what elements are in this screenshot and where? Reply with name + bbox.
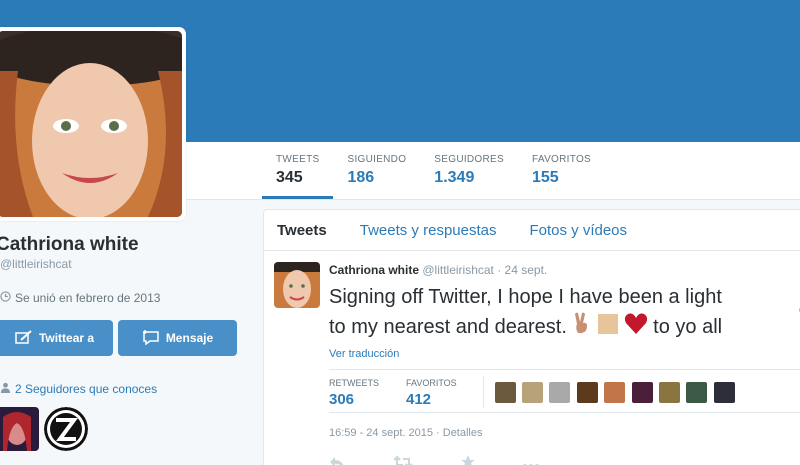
reply-icon[interactable]	[329, 455, 345, 465]
translate-link[interactable]: Ver traducción	[329, 348, 399, 360]
favoriter-avatar[interactable]	[686, 382, 707, 403]
message-label: Mensaje	[165, 331, 214, 345]
stat-favorites[interactable]: FAVORITOS 155	[518, 142, 605, 199]
stat-label: TWEETS	[276, 154, 320, 165]
tweet-text: Signing off Twitter, I hope I have been …	[329, 282, 799, 343]
favoriter-avatar[interactable]	[714, 382, 735, 403]
square-emoji-icon	[598, 313, 619, 343]
user-icon	[0, 382, 11, 396]
tweet-timeline: Tweets Tweets y respuestas Fotos y vídeo…	[263, 209, 800, 465]
stat-following[interactable]: SIGUIENDO 186	[333, 142, 420, 199]
message-icon	[142, 329, 160, 348]
tweet-text-line2-end: to yo all	[653, 316, 723, 338]
joined-text: Se unió en febrero de 2013	[15, 291, 161, 305]
clock-icon	[0, 291, 11, 305]
profile-stats: TWEETS 345 SIGUIENDO 186 SEGUIDORES 1.34…	[262, 142, 605, 199]
favorites-count: 412	[406, 391, 432, 408]
follower-avatar[interactable]	[0, 407, 39, 451]
tweet-author-name[interactable]: Cathriona white	[329, 263, 419, 277]
tab-tweets[interactable]: Tweets	[277, 222, 327, 239]
followers-you-know-text: 2 Seguidores que conoces	[15, 382, 158, 396]
profile-handle[interactable]: @littleirishcat	[0, 257, 72, 271]
retweets-label: RETWEETS	[329, 378, 380, 388]
tweet-text-line1: Signing off Twitter, I hope I have been …	[329, 286, 722, 308]
favorite-star-icon[interactable]	[461, 455, 475, 465]
profile-name[interactable]: Cathriona white	[0, 234, 139, 256]
tab-photos-videos[interactable]: Fotos y vídeos	[529, 222, 627, 239]
favoriter-avatar[interactable]	[659, 382, 680, 403]
stat-tweets[interactable]: TWEETS 345	[262, 142, 334, 199]
tweet-author-avatar[interactable]	[274, 262, 320, 308]
retweets-count: 306	[329, 391, 355, 408]
retweets-stat[interactable]: RETWEETS 306	[329, 378, 379, 408]
stats-divider	[483, 376, 484, 408]
stat-value: 155	[531, 169, 559, 186]
tweet-meta: @littleirishcat · 24 sept.	[422, 263, 548, 277]
timeline-tabs: Tweets Tweets y respuestas Fotos y vídeo…	[264, 210, 800, 251]
favoriter-avatar[interactable]	[577, 382, 598, 403]
favoriter-avatar[interactable]	[632, 382, 653, 403]
heart-icon	[624, 313, 648, 343]
message-button[interactable]: Mensaje	[118, 320, 237, 356]
favorites-label: FAVORITOS	[406, 378, 457, 388]
profile-avatar-frame	[0, 27, 186, 221]
tweet-stats: RETWEETS 306 FAVORITOS 412	[329, 369, 800, 413]
tab-tweets-replies[interactable]: Tweets y respuestas	[360, 222, 497, 239]
more-icon[interactable]	[523, 455, 539, 465]
victory-hand-icon	[572, 312, 592, 343]
tweet-to-label: Twittear a	[38, 331, 95, 345]
compose-icon	[15, 329, 33, 347]
stat-label: FAVORITOS	[531, 154, 591, 165]
tweet-text-line2: to my nearest and dearest.	[329, 316, 567, 338]
favoriter-avatar[interactable]	[604, 382, 625, 403]
stat-followers[interactable]: SEGUIDORES 1.349	[420, 142, 518, 199]
tweet-to-button[interactable]: Twittear a	[0, 320, 113, 356]
stat-value: 345	[276, 169, 303, 186]
favoriter-avatar[interactable]	[522, 382, 543, 403]
profile-avatar[interactable]	[0, 31, 182, 217]
follower-avatar[interactable]	[44, 407, 88, 451]
tweet-header: Cathriona white @littleirishcat · 24 sep…	[329, 263, 547, 277]
favoriter-avatar[interactable]	[495, 382, 516, 403]
stat-label: SIGUIENDO	[347, 154, 407, 165]
tweet-actions	[329, 455, 539, 465]
stat-value: 186	[347, 169, 375, 186]
favoriter-avatar[interactable]	[549, 382, 570, 403]
followers-you-know[interactable]: 2 Seguidores que conoces	[0, 382, 157, 396]
favorites-stat[interactable]: FAVORITOS 412	[406, 378, 457, 408]
retweet-icon[interactable]	[393, 455, 413, 465]
stat-value: 1.349	[434, 169, 475, 186]
joined-date: Se unió en febrero de 2013	[0, 291, 160, 305]
tweet-timestamp[interactable]: 16:59 - 24 sept. 2015 · Detalles	[329, 427, 482, 439]
stat-label: SEGUIDORES	[434, 154, 504, 165]
